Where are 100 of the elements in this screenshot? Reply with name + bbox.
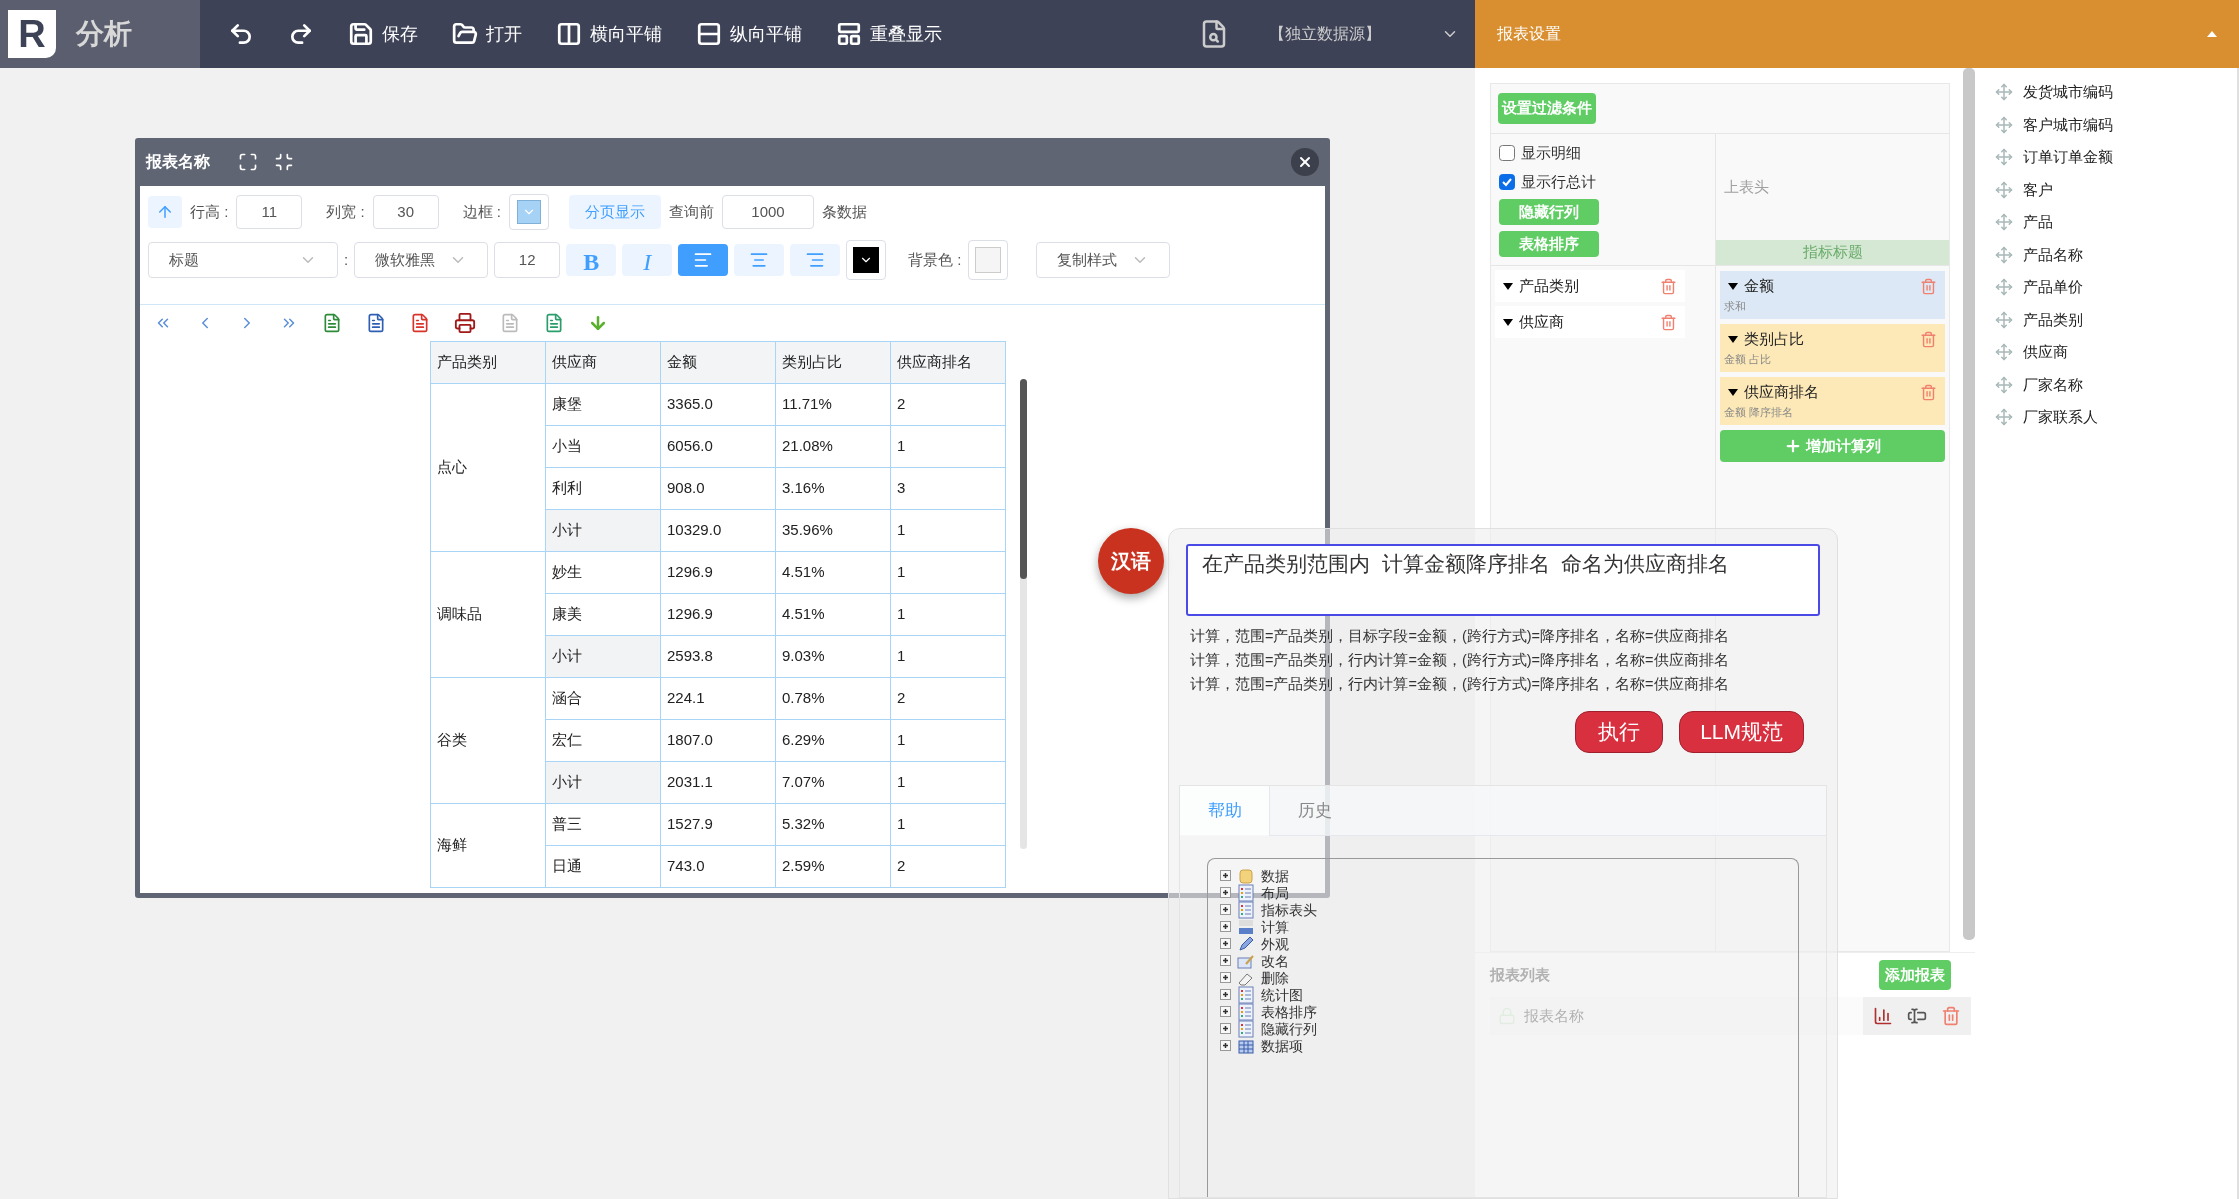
drag-handle-icon[interactable] [1995,408,2013,427]
dimension-item[interactable]: 供应商 [1495,306,1685,338]
caret-icon[interactable] [1503,282,1513,290]
delete-icon[interactable] [1920,330,1937,348]
field-item[interactable]: 厂家联系人 [1995,401,2237,434]
delete-icon[interactable] [1660,277,1677,295]
delete-icon[interactable] [1941,1006,1961,1026]
expand-icon[interactable] [1220,904,1231,915]
tree-item[interactable]: 数据项 [1261,1037,1303,1054]
tree-item[interactable]: 外观 [1261,935,1289,952]
field-item[interactable]: 供应商 [1995,336,2237,369]
copy-style-select[interactable]: 复制样式 [1035,242,1170,278]
delete-icon[interactable] [1660,313,1677,331]
caret-icon[interactable] [1503,318,1513,326]
expand-icon[interactable] [1220,955,1231,966]
toolbar-button[interactable]: 纵向平铺 [692,20,806,48]
align-left-button[interactable] [678,244,729,276]
expand-icon[interactable] [1220,870,1231,881]
expand-icon[interactable] [1220,887,1231,898]
action-button[interactable]: 执行 [1575,711,1664,753]
scrollbar[interactable] [1963,68,1975,940]
expand-icon[interactable] [1220,989,1231,1000]
collapse-icon[interactable] [2207,31,2217,37]
drag-handle-icon[interactable] [1995,115,2013,134]
caret-icon[interactable] [1728,282,1738,290]
drag-handle-icon[interactable] [1995,148,2013,167]
checkbox[interactable] [1499,145,1515,162]
field-item[interactable]: 订单订单金额 [1995,141,2237,174]
expand-icon[interactable] [1220,1040,1231,1051]
expand-icon[interactable] [1220,921,1231,932]
expand-icon[interactable] [1220,1006,1231,1017]
field-item[interactable]: 发货城市编码 [1995,76,2237,109]
action-button[interactable]: LLM规范 [1679,711,1804,753]
metric-item[interactable]: 金额 求和 [1720,271,1945,319]
dimension-item[interactable]: 产品类别 [1495,270,1685,302]
suggestion-text[interactable]: 计算，范围=产品类别，行内计算=金额，(跨行方式)=降序排名，名称=供应商排名 [1190,674,1816,695]
tree-item[interactable]: 隐藏行列 [1261,1020,1317,1037]
tree-item[interactable]: 表格排序 [1261,1003,1317,1020]
metric-item[interactable]: 类别占比 金额 占比 [1720,324,1945,372]
drag-handle-icon[interactable] [1995,245,2013,264]
print-icon[interactable] [454,312,476,334]
toolbar-button[interactable]: 保存 [344,20,422,48]
toolbar-button[interactable]: 横向平铺 [552,20,666,48]
tree-item[interactable]: 删除 [1261,969,1289,986]
tree-item[interactable]: 计算 [1261,918,1289,935]
drag-handle-icon[interactable] [1995,310,2013,329]
font-size-field[interactable]: 12 [494,242,561,278]
excel-export-icon[interactable] [322,313,342,333]
text-color-picker[interactable] [846,240,887,280]
drag-handle-icon[interactable] [1995,343,2013,362]
command-field[interactable]: 在产品类别范围内 计算金额降序排名 命名为供应商排名 [1186,544,1820,616]
font-select[interactable]: 微软雅黑 [354,242,489,278]
drag-handle-icon[interactable] [1995,213,2013,232]
suggestion-text[interactable]: 计算，范围=产品类别，行内计算=金额，(跨行方式)=降序排名，名称=供应商排名 [1190,650,1816,671]
align-center-button[interactable] [734,244,785,276]
toolbar-button[interactable]: 打开 [448,20,526,48]
row-height-field[interactable]: 11 [236,195,303,229]
caret-icon[interactable] [1728,388,1738,396]
drag-handle-icon[interactable] [1995,375,2013,394]
download-icon[interactable] [588,313,608,333]
caret-icon[interactable] [1728,335,1738,343]
field-item[interactable]: 厂家名称 [1995,368,2237,401]
drag-handle-icon[interactable] [1995,180,2013,199]
field-item[interactable]: 客户 [1995,173,2237,206]
expand-icon[interactable] [238,152,258,172]
query-count-field[interactable]: 1000 [722,195,815,229]
tree-item[interactable]: 统计图 [1261,986,1303,1003]
close-button[interactable] [1291,148,1319,176]
field-item[interactable]: 产品名称 [1995,238,2237,271]
border-color-picker[interactable] [509,194,550,230]
suggestion-text[interactable]: 计算，范围=产品类别，目标字段=金额，(跨行方式)=降序排名，名称=供应商排名 [1190,626,1816,647]
tree-item[interactable]: 改名 [1261,952,1289,969]
expand-icon[interactable] [1220,972,1231,983]
field-item[interactable]: 产品类别 [1995,303,2237,336]
csv-export-icon[interactable] [544,313,564,333]
expand-icon[interactable] [1220,938,1231,949]
chart-icon[interactable] [1873,1006,1893,1026]
bg-color-picker[interactable] [967,240,1008,280]
field-item[interactable]: 客户城市编码 [1995,108,2237,141]
delete-icon[interactable] [1920,383,1937,401]
col-width-field[interactable]: 30 [372,195,439,229]
toolbar-button[interactable]: 重叠显示 [832,20,946,48]
align-right-button[interactable] [790,244,841,276]
drag-handle-icon[interactable] [1995,278,2013,297]
scrollbar[interactable] [1020,379,1027,849]
expand-icon[interactable] [1220,1023,1231,1034]
style-target-select[interactable]: 标题 [148,242,338,278]
tree-item[interactable]: 指标表头 [1261,901,1317,918]
tree-item[interactable]: 数据 [1261,867,1289,884]
rename-icon[interactable] [1907,1006,1927,1026]
field-item[interactable]: 产品 [1995,206,2237,239]
metric-item[interactable]: 供应商排名 金额 降序排名 [1720,377,1945,425]
shrink-icon[interactable] [274,152,294,172]
drag-handle-icon[interactable] [1995,83,2013,102]
datasource-dropdown[interactable]: 【独立数据源】 [1269,22,1459,46]
field-item[interactable]: 产品单价 [1995,271,2237,304]
tree-item[interactable]: 布局 [1261,884,1289,901]
word-export-icon[interactable] [366,313,386,333]
pdf-export-icon[interactable] [410,313,430,333]
checkbox[interactable] [1499,173,1515,190]
